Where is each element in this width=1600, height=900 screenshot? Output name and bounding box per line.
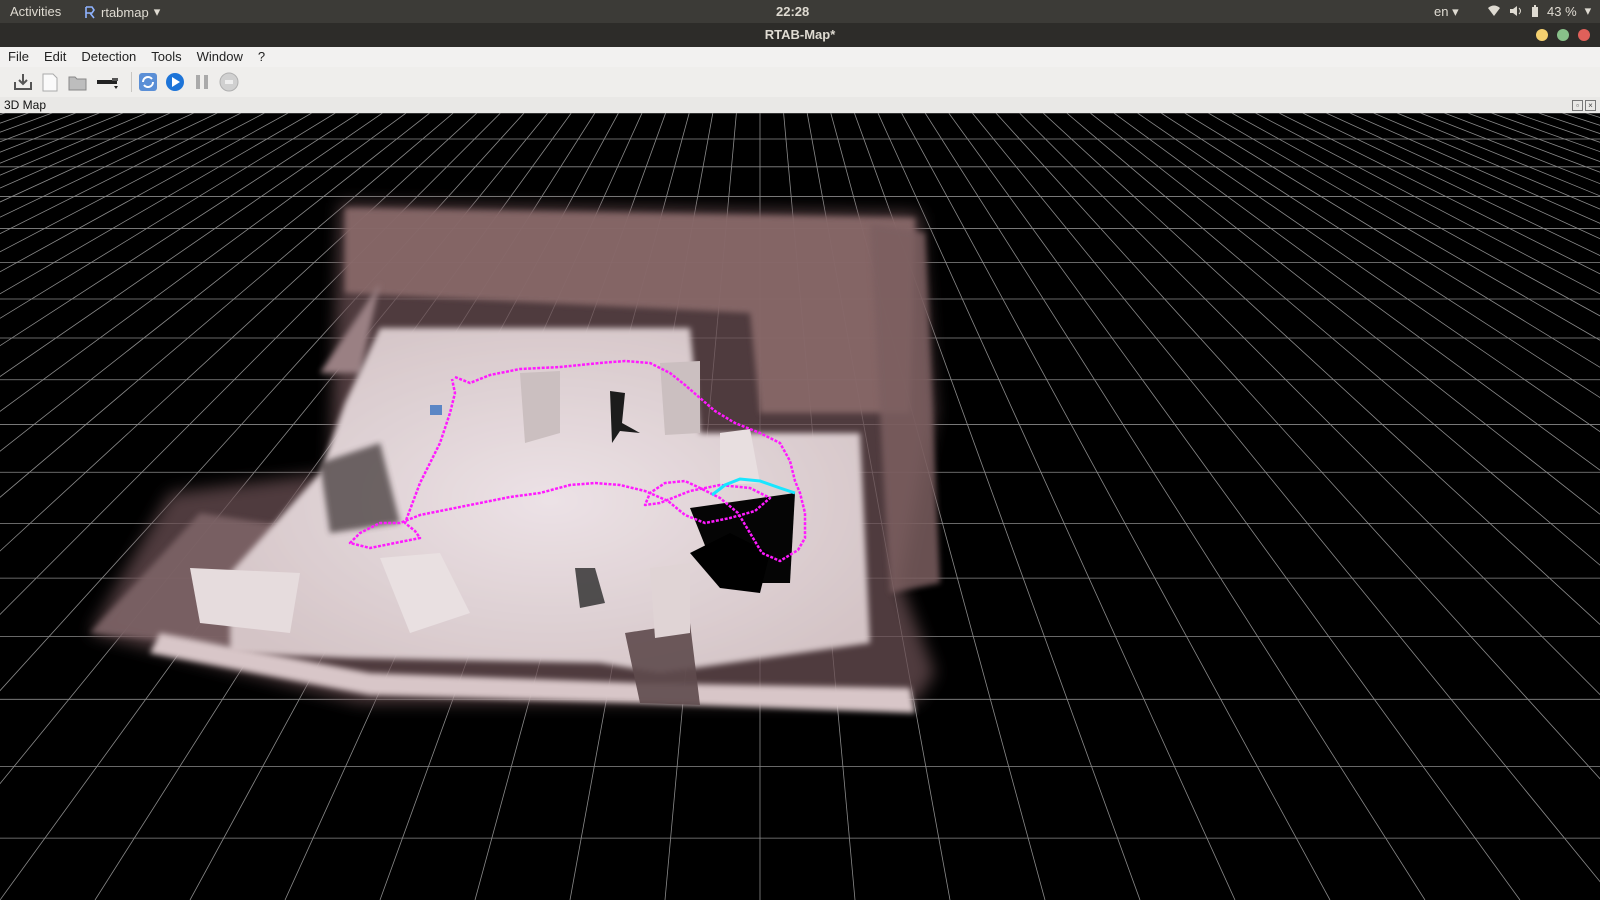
- window-title-bar: RTAB-Map*: [0, 23, 1600, 47]
- system-tray[interactable]: 43 % ▾: [1487, 3, 1591, 19]
- stop-icon: [219, 72, 239, 92]
- source-selector-icon: [97, 78, 118, 89]
- window-title: RTAB-Map*: [764, 27, 836, 42]
- grid-line: [1420, 113, 1600, 185]
- refresh-button[interactable]: [137, 71, 159, 93]
- battery-level: 43 %: [1547, 3, 1577, 19]
- dock-title: 3D Map: [4, 98, 47, 112]
- stop-button[interactable]: [218, 71, 240, 93]
- menu-file[interactable]: File: [0, 47, 36, 67]
- point-cloud-map: [90, 203, 940, 713]
- pause-icon: [196, 75, 208, 89]
- dock-float-button[interactable]: ▫: [1572, 100, 1583, 111]
- open-database-icon: [68, 76, 86, 90]
- grid-line: [1278, 113, 1600, 275]
- grid-line: [1208, 113, 1600, 341]
- dock-title-bar: 3D Map ▫ ×: [0, 97, 1600, 113]
- rtabmap-app-icon: [85, 5, 95, 18]
- import-icon: [14, 74, 32, 90]
- grid-line: [1090, 113, 1600, 515]
- grid-line: [0, 113, 100, 153]
- system-top-bar: Activities rtabmap ▾ 22:28 en ▾ 43 % ▾: [0, 0, 1600, 23]
- grid-line: [0, 113, 124, 164]
- grid-line: [1326, 113, 1600, 240]
- grid-line: [1019, 113, 1600, 696]
- grid-line: [1585, 113, 1600, 118]
- grid-line: [0, 113, 76, 143]
- menu-detection[interactable]: Detection: [73, 47, 143, 67]
- refresh-icon: [139, 73, 157, 91]
- 3d-map-canvas[interactable]: [0, 113, 1600, 900]
- grid-line: [1302, 113, 1600, 256]
- activities-button[interactable]: Activities: [10, 4, 61, 19]
- grid-line: [972, 113, 1600, 883]
- close-button[interactable]: [1578, 29, 1590, 41]
- grid-line: [1396, 113, 1600, 197]
- grid-line: [1467, 113, 1600, 163]
- app-menu[interactable]: rtabmap ▾: [84, 4, 160, 20]
- maximize-button[interactable]: [1557, 29, 1569, 41]
- menu-window[interactable]: Window: [189, 47, 250, 67]
- grid-line: [1113, 113, 1600, 471]
- app-name: rtabmap: [101, 4, 149, 20]
- grid-line: [1231, 113, 1600, 317]
- menu-help[interactable]: ?: [250, 47, 272, 67]
- new-database-button[interactable]: [39, 71, 61, 93]
- grid-line: [1444, 113, 1600, 173]
- source-selector-button[interactable]: [93, 71, 123, 93]
- clock[interactable]: 22:28: [776, 4, 809, 19]
- grid-line: [1561, 113, 1600, 126]
- main-toolbar: [0, 67, 1600, 97]
- import-button[interactable]: [12, 71, 34, 93]
- grid-line: [0, 113, 171, 189]
- menu-edit[interactable]: Edit: [36, 47, 73, 67]
- grid-line: [948, 113, 1521, 900]
- grid-line: [0, 113, 29, 124]
- grid-line: [1373, 113, 1600, 210]
- battery-icon: [1532, 5, 1538, 17]
- grid-line: [1349, 113, 1600, 224]
- grid-line: [1514, 113, 1600, 143]
- grid-line: [901, 113, 1331, 900]
- 3d-map-view[interactable]: [0, 113, 1600, 900]
- pause-button[interactable]: [191, 71, 213, 93]
- start-button[interactable]: [164, 71, 186, 93]
- grid-line: [1184, 113, 1600, 368]
- language-indicator[interactable]: en ▾: [1434, 4, 1459, 20]
- grid-line: [995, 113, 1600, 780]
- menu-tools[interactable]: Tools: [143, 47, 188, 67]
- start-icon: [166, 73, 184, 91]
- new-database-icon: [42, 73, 58, 91]
- dock-close-button[interactable]: ×: [1585, 100, 1596, 111]
- chevron-down-icon: ▾: [153, 4, 161, 19]
- wifi-icon: [1488, 5, 1500, 16]
- grid-line: [1160, 113, 1600, 399]
- grid-line: [0, 113, 53, 133]
- volume-icon: [1510, 6, 1521, 16]
- grid-line: [1066, 113, 1600, 566]
- toolbar-separator: [131, 72, 132, 92]
- power-menu-chevron-icon: ▾: [1584, 3, 1592, 18]
- grid-line: [1042, 113, 1600, 626]
- minimize-button[interactable]: [1536, 29, 1548, 41]
- open-database-button[interactable]: [66, 71, 88, 93]
- grid-line: [0, 113, 6, 116]
- grid-line: [924, 113, 1426, 900]
- menu-bar: File Edit Detection Tools Window ?: [0, 47, 1600, 67]
